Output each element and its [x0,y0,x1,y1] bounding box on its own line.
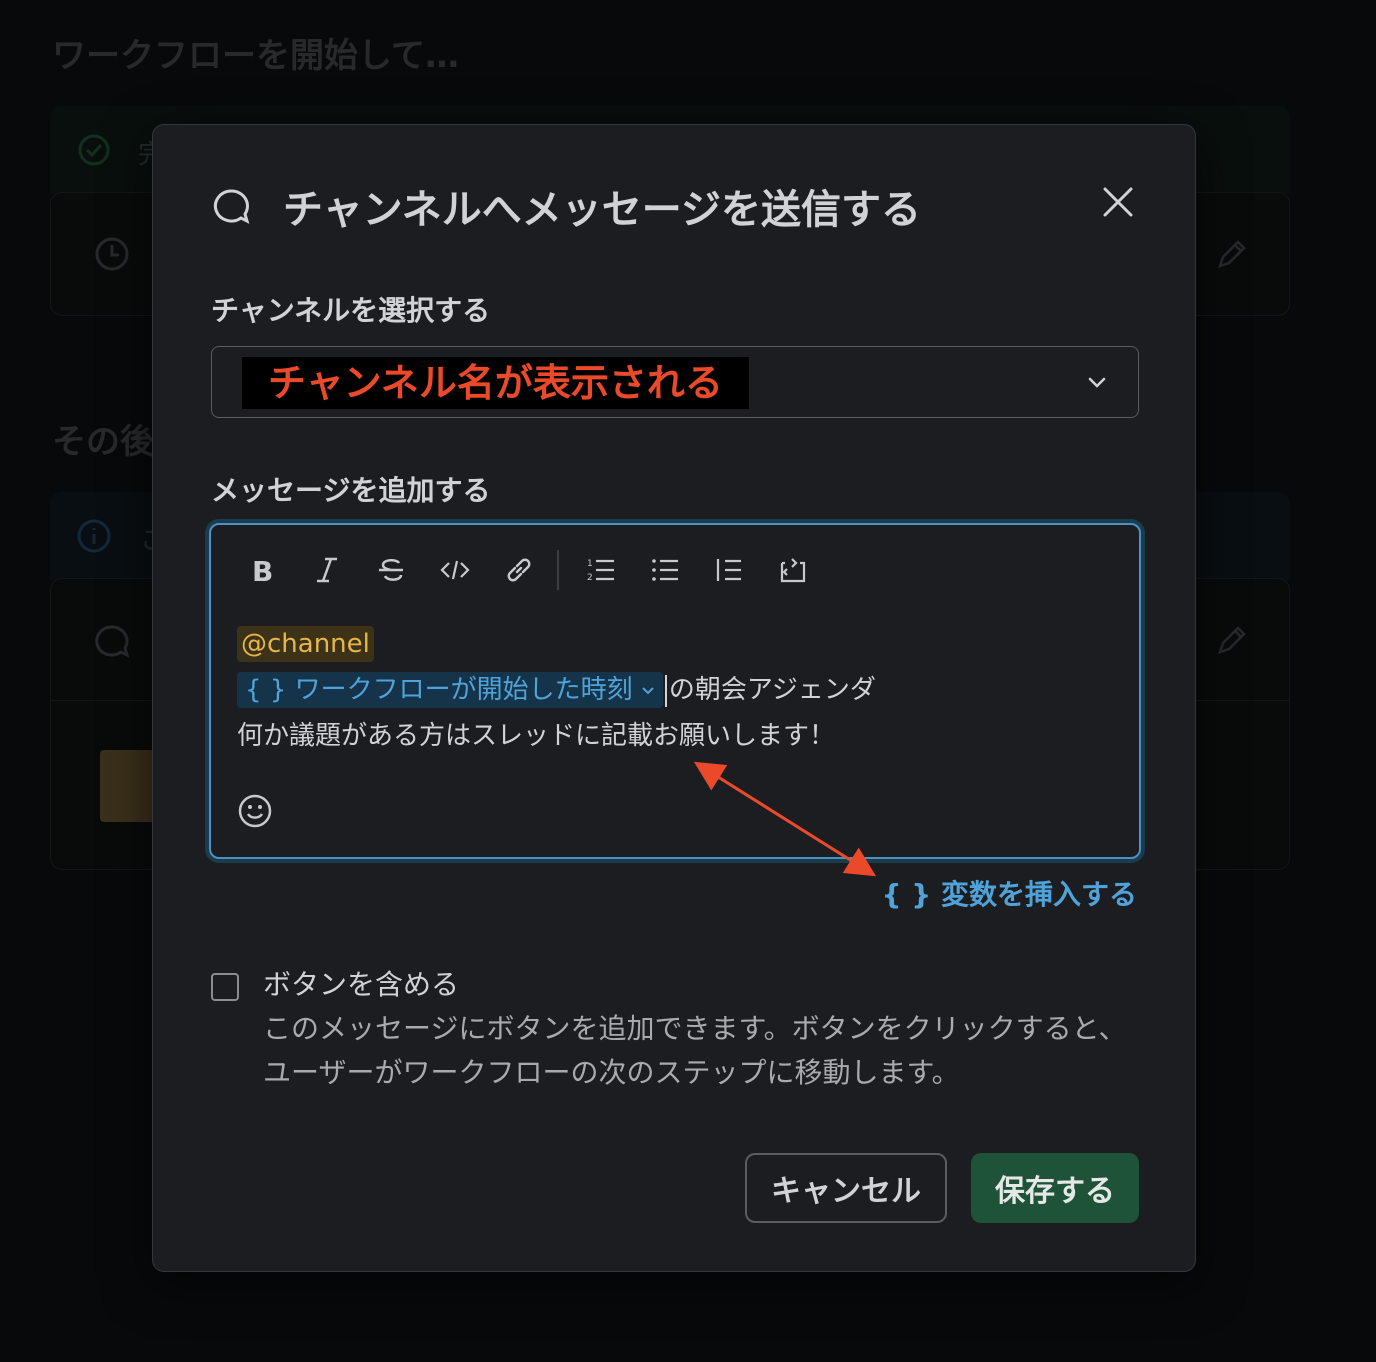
toolbar-separator [557,550,559,590]
bulleted-list-icon [652,559,678,581]
message-bubble-icon [213,189,250,224]
formatting-toolbar: B 1 2 [231,545,825,595]
chevron-down-icon [642,686,654,694]
ordered-list-icon: 1 2 [587,559,614,583]
code-button[interactable] [423,545,487,595]
strikethrough-button[interactable] [359,545,423,595]
text-cursor [664,674,667,707]
send-message-modal: チャンネルへメッセージを送信する チャンネルを選択する チャンネル名が表示される… [152,124,1196,1272]
emoji-button[interactable] [237,793,273,833]
modal-title: チャンネルへメッセージを送信する [283,187,921,233]
cancel-button[interactable]: キャンセル [745,1153,947,1223]
channel-mention[interactable]: @channel [237,626,374,662]
blockquote-icon [716,559,741,581]
save-button[interactable]: 保存する [971,1153,1139,1223]
italic-icon [317,557,337,583]
insert-variable-link[interactable]: { } 変数を挿入する [882,873,1137,913]
close-button[interactable] [1093,177,1143,227]
include-button-label: ボタンを含める [263,968,460,1001]
chevron-down-icon [1088,377,1106,388]
message-content[interactable]: @channel { } ワークフローが開始した時刻 の朝会アジェンダ 何か議題… [237,621,1113,759]
strikethrough-icon [379,559,403,581]
svg-text:1: 1 [587,559,593,569]
bold-icon: B [252,555,273,585]
message-line-2-text: の朝会アジェンダ [668,675,876,705]
link-icon [507,558,531,582]
ordered-list-button[interactable]: 1 2 [569,545,633,595]
channel-select[interactable]: チャンネル名が表示される [211,346,1139,418]
message-label: メッセージを追加する [211,474,491,507]
variable-pill-label: { } ワークフローが開始した時刻 [245,675,633,705]
italic-button[interactable] [295,545,359,595]
include-button-checkbox[interactable] [211,973,239,1001]
svg-text:2: 2 [587,573,593,583]
close-icon [1103,187,1133,217]
code-block-icon [780,558,806,583]
code-block-button[interactable] [761,545,825,595]
bold-button[interactable]: B [231,545,295,595]
include-button-description: このメッセージにボタンを追加できます。ボタンをクリックすると、ユーザーがワークフ… [263,1012,1127,1089]
message-editor[interactable]: B 1 2 @channel {} ワークフローが開始した時刻 の朝会アジェン… [209,523,1141,859]
channel-select-value: チャンネル名が表示される [242,357,749,409]
link-button[interactable] [487,545,551,595]
smiley-icon [238,794,272,828]
message-line-3: 何か議題がある方はスレッドに記載お願いします！ [237,721,836,751]
code-icon [440,560,470,580]
channel-label: チャンネルを選択する [211,294,491,327]
variable-pill[interactable]: { } ワークフローが開始した時刻 [237,672,663,708]
blockquote-button[interactable] [697,545,761,595]
bulleted-list-button[interactable] [633,545,697,595]
svg-text:B: B [252,555,273,585]
